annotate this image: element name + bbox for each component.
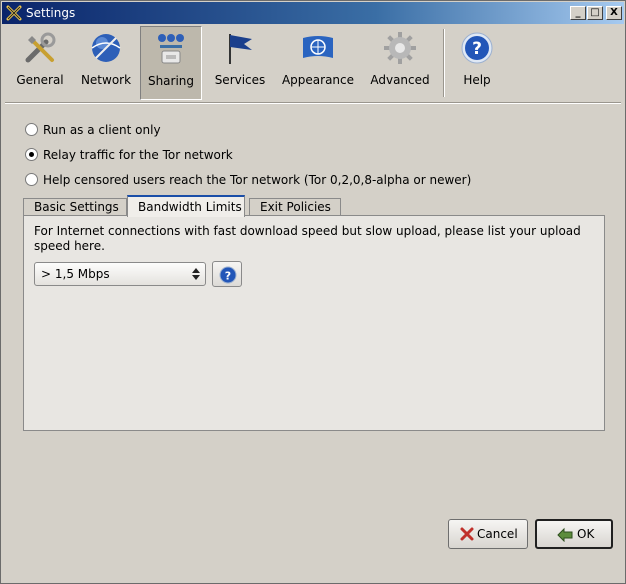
radio-relay-traffic-label: Relay traffic for the Tor network bbox=[43, 148, 233, 162]
toolbar-divider bbox=[5, 102, 621, 104]
title-bar[interactable]: Settings _ □ X bbox=[2, 2, 624, 24]
toolbar-advanced[interactable]: Advanced bbox=[367, 26, 433, 100]
settings-toolbar: General Network Sharing Services Appeara… bbox=[5, 25, 621, 103]
svg-text:?: ? bbox=[225, 270, 231, 283]
window-title: Settings bbox=[26, 6, 76, 20]
radio-client-only-label: Run as a client only bbox=[43, 123, 161, 137]
help-icon: ? bbox=[459, 30, 495, 66]
radio-button-selected[interactable] bbox=[25, 148, 38, 161]
toolbar-advanced-label: Advanced bbox=[370, 73, 430, 87]
toolbar-sharing-label: Sharing bbox=[147, 74, 195, 88]
bandwidth-description: For Internet connections with fast downl… bbox=[34, 224, 581, 253]
bandwidth-rate-value: > 1,5 Mbps bbox=[41, 267, 110, 281]
un-flag-icon bbox=[300, 30, 336, 66]
radio-bridge-relay-label: Help censored users reach the Tor networ… bbox=[43, 173, 472, 187]
toolbar-network-label: Network bbox=[80, 73, 132, 87]
radio-button[interactable] bbox=[25, 123, 38, 136]
flag-icon bbox=[222, 30, 258, 66]
toolbar-network[interactable]: Network bbox=[75, 26, 137, 100]
radio-client-only[interactable]: Run as a client only bbox=[25, 121, 185, 139]
toolbar-help[interactable]: ? Help bbox=[449, 26, 505, 100]
minimize-button[interactable]: _ bbox=[570, 6, 586, 20]
toolbar-sharing[interactable]: Sharing bbox=[140, 26, 202, 100]
close-button[interactable]: X bbox=[606, 6, 622, 20]
tab-bandwidth-limits[interactable]: Bandwidth Limits bbox=[127, 195, 245, 217]
gear-icon bbox=[382, 30, 418, 66]
settings-window: Settings _ □ X General Network Sharing S… bbox=[0, 0, 626, 584]
globe-icon bbox=[88, 30, 124, 66]
ok-button-label: OK bbox=[577, 527, 595, 541]
ok-button[interactable]: OK bbox=[535, 519, 613, 549]
bandwidth-help-button[interactable]: ? bbox=[212, 261, 242, 287]
help-icon: ? bbox=[219, 266, 237, 284]
ok-hand-icon bbox=[557, 526, 573, 543]
svg-text:?: ? bbox=[472, 39, 482, 59]
toolbar-general-label: General bbox=[16, 73, 64, 87]
toolbar-services[interactable]: Services bbox=[209, 26, 271, 100]
cancel-button[interactable]: Cancel bbox=[448, 519, 528, 549]
app-x-icon bbox=[6, 5, 22, 21]
toolbar-general[interactable]: General bbox=[11, 26, 69, 100]
cancel-button-label: Cancel bbox=[477, 527, 518, 541]
toolbar-separator bbox=[443, 29, 445, 97]
radio-button[interactable] bbox=[25, 173, 38, 186]
toolbar-services-label: Services bbox=[214, 73, 266, 87]
toolbar-appearance-label: Appearance bbox=[281, 73, 355, 87]
tools-icon bbox=[22, 30, 58, 66]
updown-arrow-icon bbox=[191, 266, 201, 282]
cancel-x-icon bbox=[459, 526, 475, 542]
toolbar-appearance[interactable]: Appearance bbox=[279, 26, 357, 100]
bandwidth-rate-select[interactable]: > 1,5 Mbps bbox=[34, 262, 206, 286]
maximize-button[interactable]: □ bbox=[587, 6, 603, 20]
bandwidth-panel: For Internet connections with fast downl… bbox=[23, 215, 605, 431]
sharing-icon bbox=[153, 31, 189, 67]
toolbar-help-label: Help bbox=[463, 73, 491, 87]
radio-relay-traffic[interactable]: Relay traffic for the Tor network bbox=[25, 146, 245, 164]
radio-bridge-relay[interactable]: Help censored users reach the Tor networ… bbox=[25, 171, 471, 189]
